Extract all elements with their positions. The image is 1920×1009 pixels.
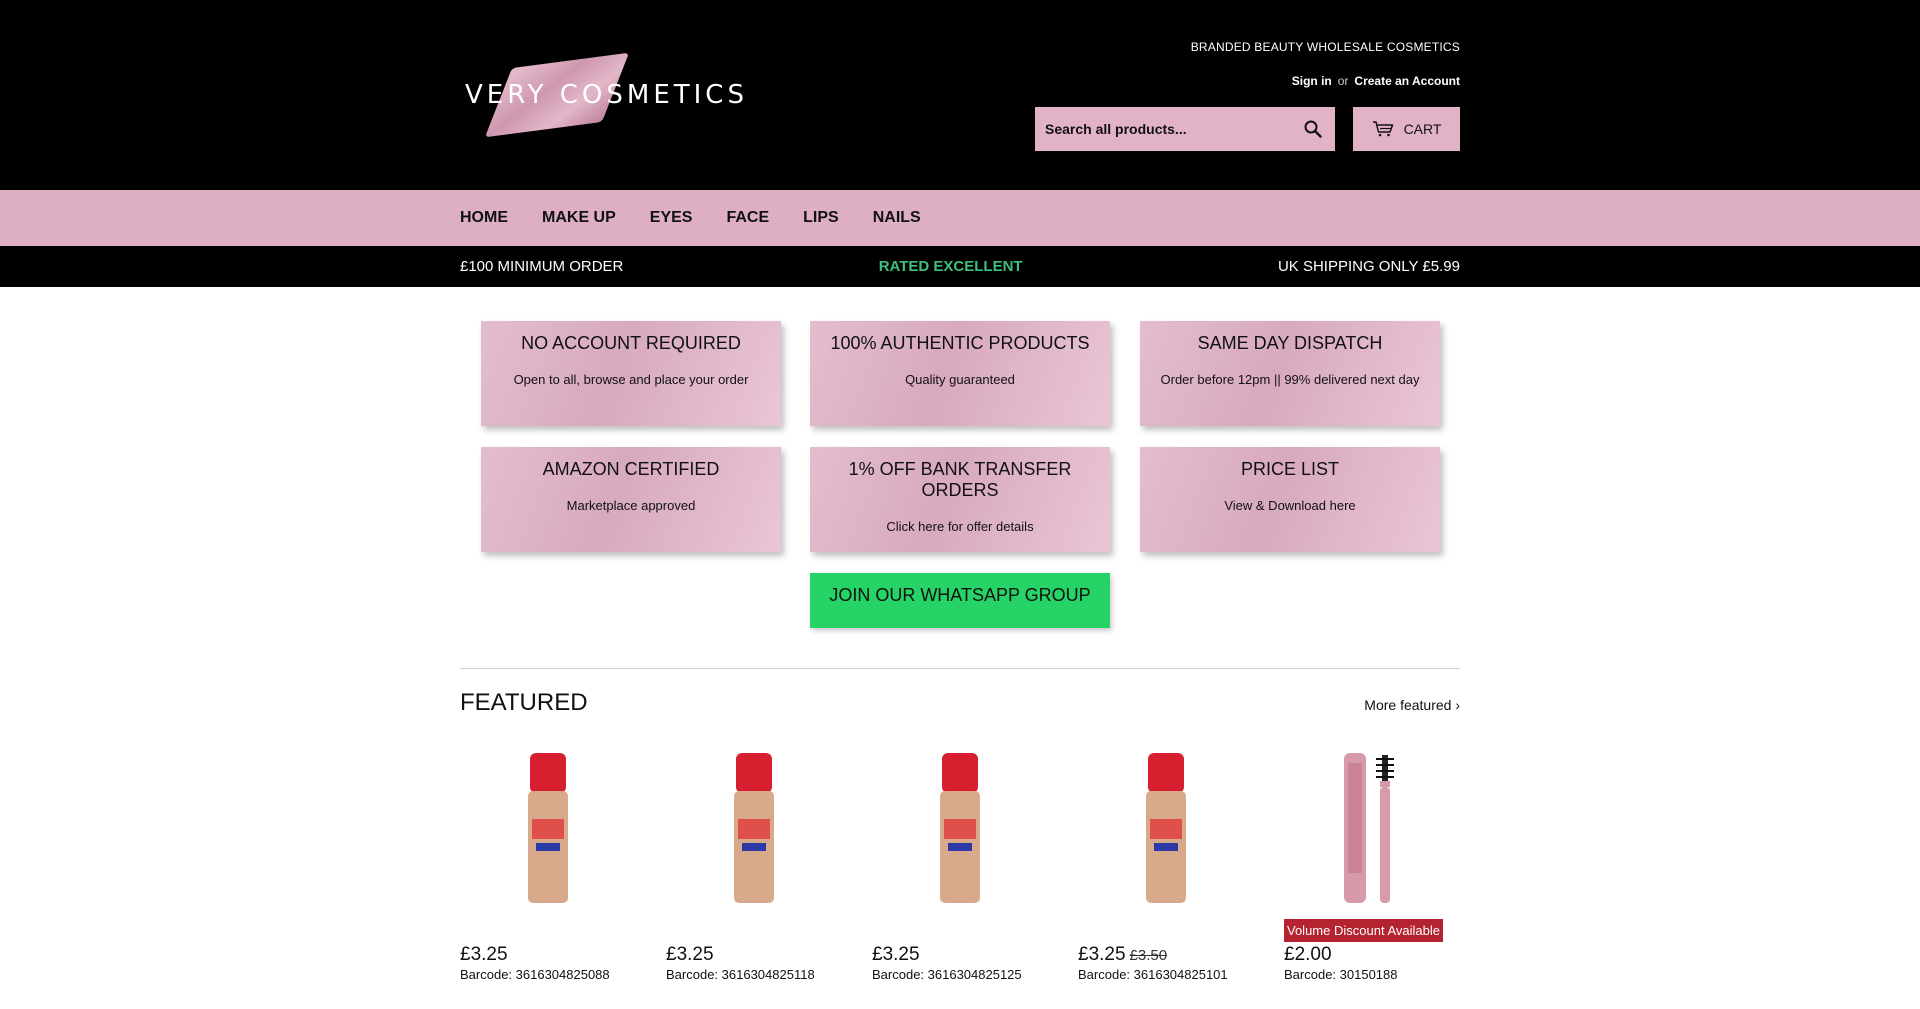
feature-no-account[interactable]: NO ACCOUNT REQUIRED Open to all, browse … [481,321,781,426]
product-barcode: Barcode: 30150188 [1284,967,1398,982]
feature-subtitle: Open to all, browse and place your order [513,372,749,387]
shipping-text: UK SHIPPING ONLY £5.99 [1277,258,1460,275]
product-price: £2.00 [1284,944,1332,966]
product-grid: £3.25 Barcode: 3616304825088 £3.25 Barco… [460,749,1460,1009]
product-card[interactable]: Volume Discount Available £2.00 Barcode:… [1284,749,1474,982]
minimum-order-text: £100 MINIMUM ORDER [460,258,624,275]
whatsapp-group-button[interactable]: JOIN OUR WHATSAPP GROUP [810,573,1110,628]
feature-title: SAME DAY DISPATCH [1197,333,1383,353]
feature-bank-transfer-offer[interactable]: 1% OFF BANK TRANSFER ORDERS Click here f… [810,447,1110,552]
nav-item-eyes[interactable]: EYES [650,209,693,227]
current-price: £3.25 [872,944,920,965]
search-bar [1035,107,1335,151]
feature-title: PRICE LIST [1240,459,1340,479]
foundation-bottle-icon [734,753,774,903]
search-input[interactable] [1035,107,1291,151]
foundation-bottle-icon [1146,753,1186,903]
feature-subtitle: Order before 12pm || 99% delivered next … [1160,372,1420,387]
logo[interactable]: VERY COSMETICS [460,52,760,142]
product-price: £3.25 [460,944,508,966]
header-tagline: BRANDED BEAUTY WHOLESALE COSMETICS [1190,40,1460,54]
foundation-bottle-icon [940,753,980,903]
main-content: NO ACCOUNT REQUIRED Open to all, browse … [460,287,1460,1009]
feature-subtitle: View & Download here [1224,498,1356,513]
product-barcode: Barcode: 3616304825088 [460,967,610,982]
volume-discount-badge: Volume Discount Available [1284,919,1443,942]
cart-label: CART [1403,121,1442,137]
feature-price-list[interactable]: PRICE LIST View & Download here [1140,447,1440,552]
nav-item-lips[interactable]: LIPS [803,209,839,227]
more-featured-link[interactable]: More featured › [1364,697,1460,713]
or-text: or [1337,74,1349,88]
nav-item-make-up[interactable]: MAKE UP [542,209,616,227]
main-nav: HOME MAKE UP EYES FACE LIPS NAILS [0,190,1920,246]
features-grid: NO ACCOUNT REQUIRED Open to all, browse … [460,287,1460,669]
product-card[interactable]: £3.25 £3.50 Barcode: 3616304825101 [1078,749,1268,982]
product-price: £3.25 [666,944,714,966]
feature-authentic-products[interactable]: 100% AUTHENTIC PRODUCTS Quality guarante… [810,321,1110,426]
cart-button[interactable]: CART [1353,107,1460,151]
product-price: £3.25 [872,944,920,966]
logo-text: VERY COSMETICS [465,80,748,110]
account-links: Sign in or Create an Account [1292,74,1460,88]
section-divider [460,668,1460,669]
current-price: £3.25 [666,944,714,965]
feature-subtitle: Marketplace approved [566,498,696,513]
foundation-bottle-icon [528,753,568,903]
featured-title: FEATURED [460,689,588,716]
product-barcode: Barcode: 3616304825101 [1078,967,1228,982]
feature-title: 100% AUTHENTIC PRODUCTS [830,333,1090,353]
product-price: £3.25 £3.50 [1078,944,1167,966]
create-account-link[interactable]: Create an Account [1354,74,1460,88]
feature-title: 1% OFF BANK TRANSFER ORDERS [848,459,1072,500]
announcement-bar: £100 MINIMUM ORDER RATED EXCELLENT UK SH… [0,246,1920,287]
product-card[interactable]: £3.25 Barcode: 3616304825125 [872,749,1062,982]
old-price: £3.50 [1129,947,1168,964]
feature-subtitle: Click here for offer details [886,519,1034,534]
nav-item-nails[interactable]: NAILS [873,209,921,227]
search-icon [1304,120,1322,138]
site-header: VERY COSMETICS BRANDED BEAUTY WHOLESALE … [0,0,1920,190]
featured-header: FEATURED More featured › [460,689,1460,749]
product-barcode: Barcode: 3616304825125 [872,967,1022,982]
nav-item-face[interactable]: FACE [726,209,769,227]
feature-amazon-certified[interactable]: AMAZON CERTIFIED Marketplace approved [481,447,781,552]
feature-title: AMAZON CERTIFIED [542,459,720,479]
nav-item-home[interactable]: HOME [460,209,508,227]
cart-icon [1372,121,1393,137]
current-price: £3.25 [460,944,508,965]
feature-title: NO ACCOUNT REQUIRED [521,333,741,353]
current-price: £2.00 [1284,944,1332,965]
feature-same-day-dispatch[interactable]: SAME DAY DISPATCH Order before 12pm || 9… [1140,321,1440,426]
rated-excellent-text[interactable]: RATED EXCELLENT [879,258,1023,275]
product-card[interactable]: £3.25 Barcode: 3616304825118 [666,749,856,982]
product-barcode: Barcode: 3616304825118 [666,967,815,982]
sign-in-link[interactable]: Sign in [1292,74,1332,88]
feature-subtitle: Quality guaranteed [905,372,1015,387]
search-button[interactable] [1291,107,1335,151]
mascara-icon [1344,753,1394,903]
current-price: £3.25 [1078,944,1126,965]
product-card[interactable]: £3.25 Barcode: 3616304825088 [460,749,650,982]
featured-section: FEATURED More featured › £3.25 Barcode: … [460,689,1460,1009]
